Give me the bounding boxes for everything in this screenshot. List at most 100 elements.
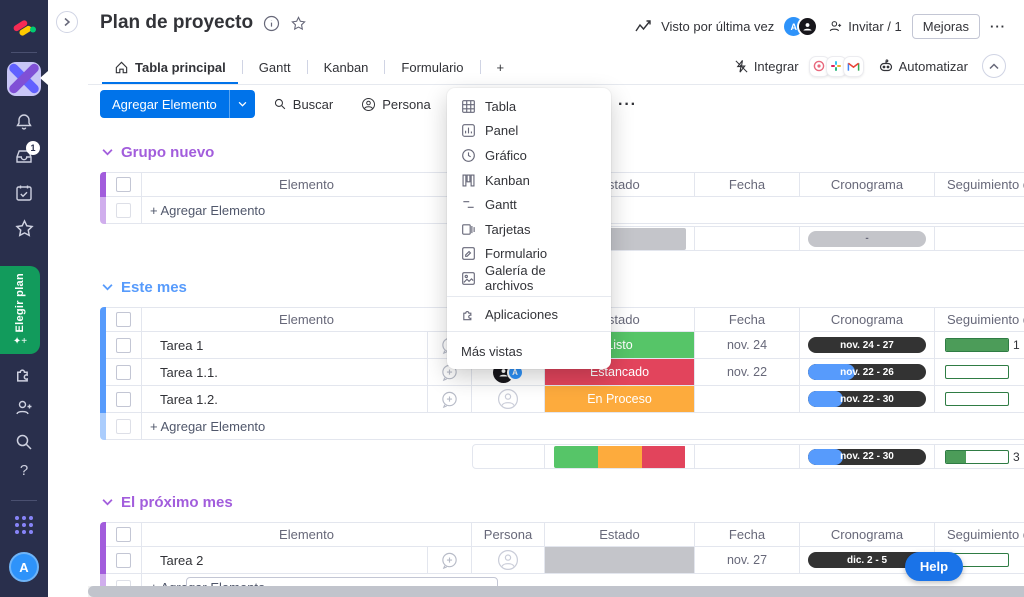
add-item-label[interactable]: + Agregar Elemento — [142, 413, 1024, 440]
item-name-cell[interactable]: Tarea 1.1. — [142, 359, 428, 386]
date-cell[interactable] — [695, 386, 800, 413]
choose-plan-button[interactable]: Elegir plan ✦+ — [0, 266, 40, 354]
date-cell[interactable]: nov. 24 — [695, 332, 800, 359]
group-name[interactable]: El próximo mes — [121, 494, 233, 511]
timeline-cell[interactable]: nov. 22 - 30 — [800, 386, 935, 413]
inbox-icon[interactable]: 1 — [0, 146, 48, 166]
progress-bar[interactable] — [945, 392, 1009, 406]
checkbox-cell[interactable] — [106, 197, 142, 224]
menu-item-kanban[interactable]: Kanban — [447, 168, 611, 193]
progress-bar[interactable] — [945, 338, 1009, 352]
invite-button[interactable]: Invitar / 1 — [828, 19, 901, 34]
tab-+[interactable]: + — [483, 51, 519, 83]
expand-workspace-button[interactable] — [56, 11, 78, 33]
marketplace-puzzle-icon[interactable] — [0, 364, 48, 384]
group-title[interactable]: El próximo mes — [102, 490, 1024, 514]
timeline-pill[interactable]: nov. 22 - 30 — [808, 391, 926, 407]
menu-item-mas-vistas[interactable]: Más vistas — [447, 337, 611, 365]
item-name-cell[interactable]: Tarea 1 — [142, 332, 428, 359]
scrollbar-thumb[interactable] — [88, 586, 1024, 597]
status-cell[interactable] — [545, 547, 695, 574]
item-name-cell[interactable]: Tarea 1.2. — [142, 386, 428, 413]
user-avatar[interactable]: A — [0, 552, 48, 582]
column-header-timeline[interactable]: Cronograma — [800, 307, 935, 332]
add-update-cell[interactable] — [428, 386, 472, 413]
integrate-button[interactable]: Integrar — [734, 59, 799, 74]
timeline-pill[interactable]: nov. 24 - 27 — [808, 337, 926, 353]
column-header-tracking[interactable]: Seguimiento de — [935, 172, 1024, 197]
date-cell[interactable]: nov. 27 — [695, 547, 800, 574]
tracking-cell[interactable] — [935, 386, 1024, 413]
column-header-item[interactable]: Elemento — [142, 307, 472, 332]
activity-icon[interactable] — [635, 20, 651, 33]
column-header-item[interactable]: Elemento — [142, 172, 472, 197]
help-button[interactable]: Help — [905, 552, 963, 581]
column-header-tracking[interactable]: Seguimiento de — [935, 307, 1024, 332]
tracking-cell[interactable] — [935, 359, 1024, 386]
column-header-item[interactable]: Elemento — [142, 522, 472, 547]
timeline-pill[interactable]: - — [808, 231, 926, 247]
chevron-down-icon[interactable] — [102, 148, 113, 156]
menu-item-tarjetas[interactable]: Tarjetas — [447, 217, 611, 242]
date-cell[interactable]: nov. 22 — [695, 359, 800, 386]
invite-members-icon[interactable] — [0, 398, 48, 418]
row-checkbox[interactable] — [116, 419, 131, 434]
notifications-bell-icon[interactable] — [0, 112, 48, 132]
menu-item-galería-de-archivos[interactable]: Galería de archivos — [447, 266, 611, 291]
checkbox-cell[interactable] — [106, 522, 142, 547]
group-name[interactable]: Grupo nuevo — [121, 144, 214, 161]
column-header-date[interactable]: Fecha — [695, 172, 800, 197]
tab-formulario[interactable]: Formulario — [387, 51, 477, 83]
tracking-cell[interactable]: 1 — [935, 332, 1024, 359]
row-checkbox[interactable] — [116, 553, 131, 568]
item-name-cell[interactable]: Tarea 2 — [142, 547, 428, 574]
progress-bar[interactable] — [945, 365, 1009, 379]
row-checkbox[interactable] — [116, 338, 131, 353]
row-checkbox[interactable] — [116, 365, 131, 380]
board-more-menu[interactable]: ··· — [990, 19, 1006, 34]
viewers-avatars[interactable]: A — [784, 16, 818, 37]
column-header-date[interactable]: Fecha — [695, 307, 800, 332]
board-info-icon[interactable] — [263, 15, 280, 32]
summary-tracking-cell[interactable] — [935, 226, 1024, 251]
menu-item-gráfico[interactable]: Gráfico — [447, 143, 611, 168]
menu-item-tabla[interactable]: Tabla — [447, 94, 611, 119]
menu-item-formulario[interactable]: Formulario — [447, 242, 611, 267]
apps-grid-icon[interactable] — [0, 516, 48, 534]
progress-bar[interactable] — [945, 450, 1009, 464]
row-checkbox[interactable] — [116, 527, 131, 542]
row-checkbox[interactable] — [116, 203, 131, 218]
timeline-cell[interactable]: nov. 22 - 26 — [800, 359, 935, 386]
timeline-pill[interactable]: nov. 22 - 30 — [808, 449, 926, 465]
add-item-button[interactable]: Agregar Elemento — [100, 90, 255, 118]
column-header-status[interactable]: Estado — [545, 522, 695, 547]
timeline-pill[interactable]: nov. 22 - 26 — [808, 364, 926, 380]
checkbox-cell[interactable] — [106, 307, 142, 332]
timeline-cell[interactable]: nov. 24 - 27 — [800, 332, 935, 359]
group-name[interactable]: Este mes — [121, 279, 187, 296]
column-header-timeline[interactable]: Cronograma — [800, 522, 935, 547]
column-header-tracking[interactable]: Seguimiento de — [935, 522, 1024, 547]
chevron-down-icon[interactable] — [102, 283, 113, 291]
toolbar-more-menu[interactable]: ··· — [618, 96, 637, 114]
search-icon[interactable] — [0, 432, 48, 452]
last-seen-label[interactable]: Visto por última vez — [661, 19, 774, 34]
row-checkbox[interactable] — [116, 312, 131, 327]
person-cell[interactable] — [472, 547, 545, 574]
checkbox-cell[interactable] — [106, 547, 142, 574]
favorite-star-icon[interactable] — [290, 15, 307, 32]
chevron-down-icon[interactable] — [102, 498, 113, 506]
board-title[interactable]: Plan de proyecto — [100, 12, 253, 34]
collapse-header-button[interactable] — [982, 54, 1006, 78]
column-header-person[interactable]: Persona — [472, 522, 545, 547]
summary-status-battery[interactable] — [545, 444, 695, 469]
tab-kanban[interactable]: Kanban — [310, 51, 383, 83]
checkbox-cell[interactable] — [106, 332, 142, 359]
checkbox-cell[interactable] — [106, 413, 142, 440]
status-cell[interactable]: En Proceso — [545, 386, 695, 413]
favorites-star-icon[interactable] — [0, 218, 48, 239]
add-item-row[interactable]: + Agregar Elemento — [100, 413, 1024, 440]
horizontal-scrollbar[interactable] — [88, 586, 1024, 597]
row-checkbox[interactable] — [116, 177, 131, 192]
row-checkbox[interactable] — [116, 392, 131, 407]
